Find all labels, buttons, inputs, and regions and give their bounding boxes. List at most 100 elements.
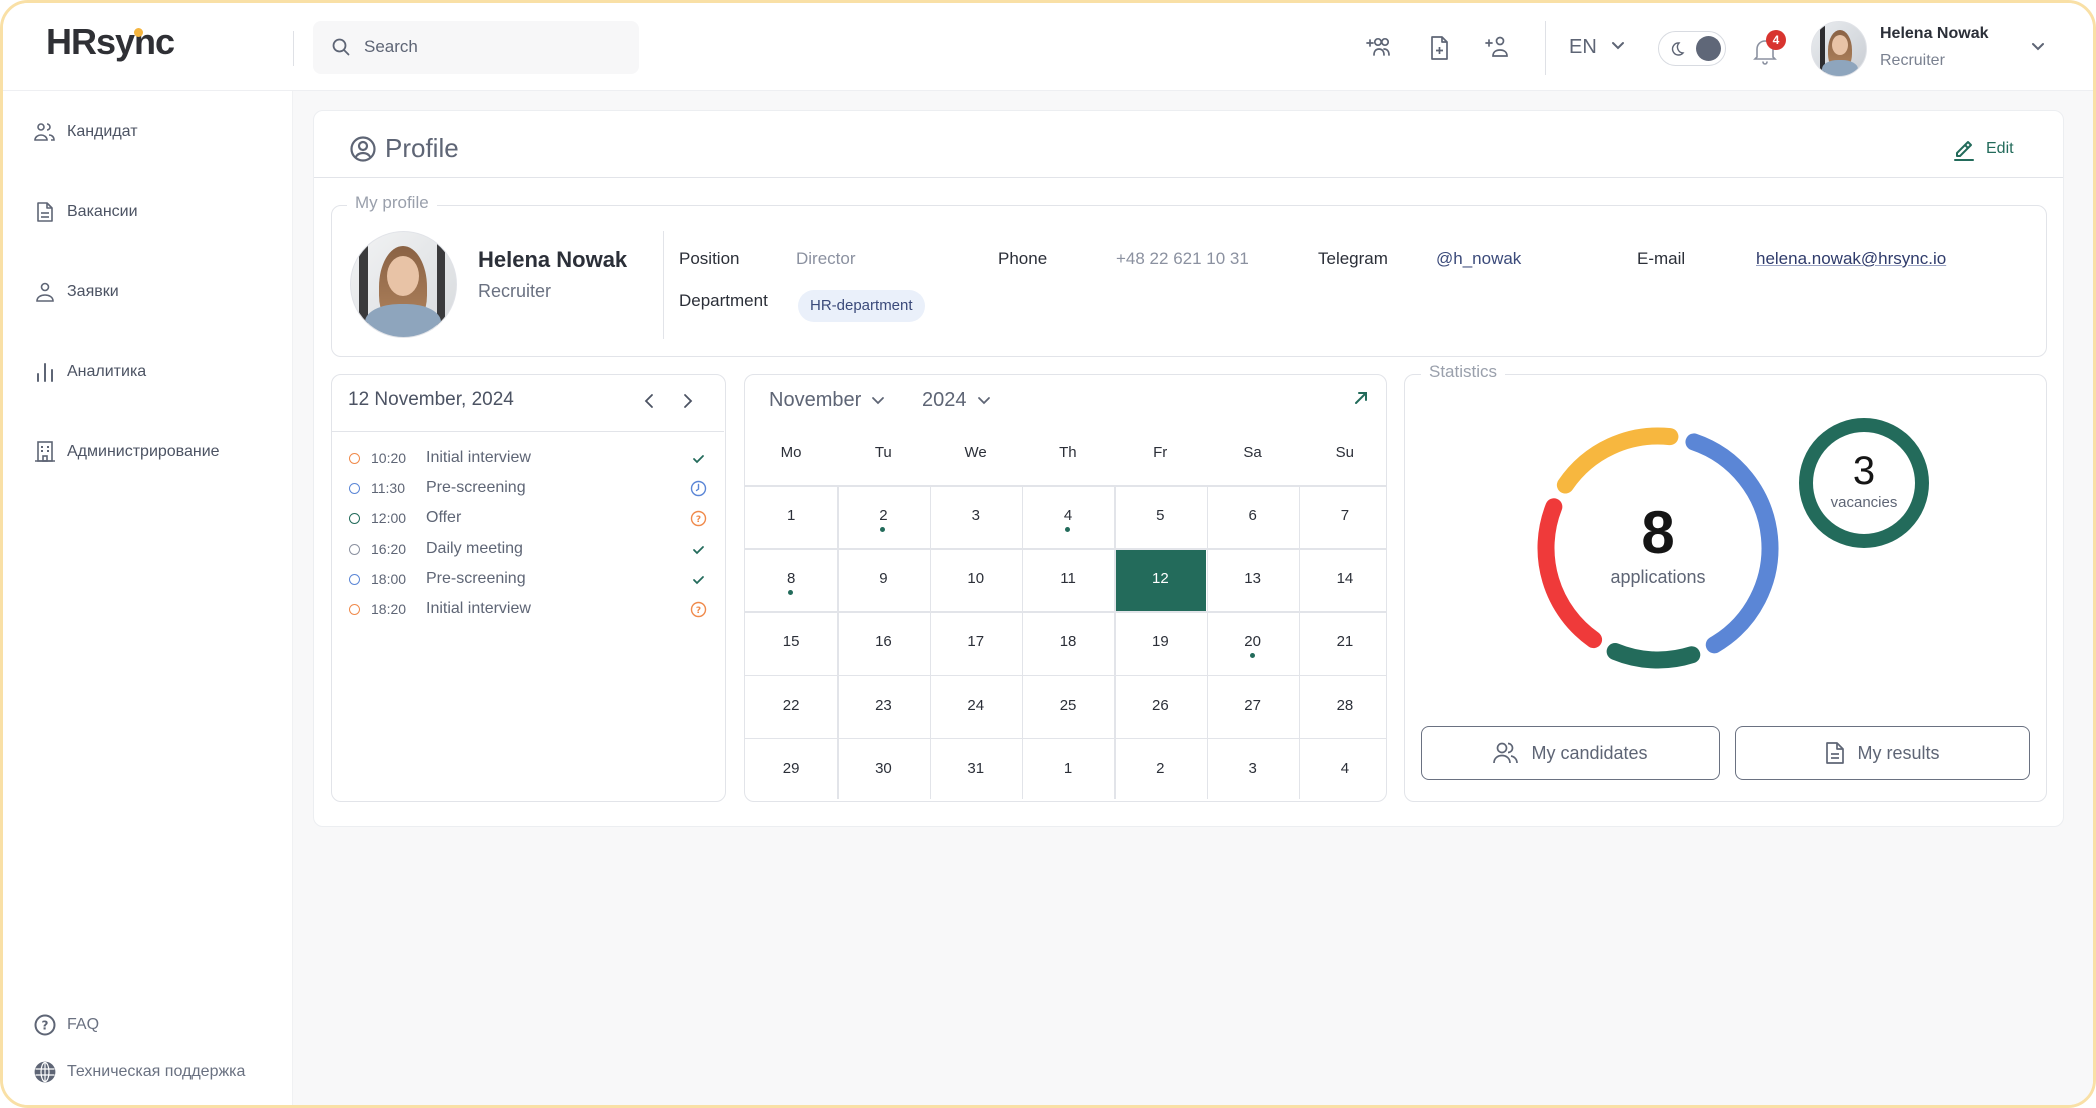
sidebar-item-support[interactable]: Техническая поддержка bbox=[33, 1057, 245, 1087]
day-number: 3 bbox=[971, 507, 980, 524]
day-number: 16 bbox=[875, 633, 892, 651]
position-value: Director bbox=[796, 249, 856, 268]
calendar-day[interactable]: 2 bbox=[837, 485, 929, 548]
calendar-day[interactable]: 5 bbox=[1114, 485, 1206, 548]
month-select[interactable]: November bbox=[769, 389, 885, 412]
card-divider bbox=[314, 177, 2063, 178]
calendar-day[interactable]: 20 bbox=[1207, 611, 1299, 674]
logo-dot bbox=[134, 28, 143, 37]
chevron-left-icon[interactable] bbox=[641, 391, 657, 411]
day-number: 7 bbox=[1340, 507, 1350, 524]
day-number: 1 bbox=[1063, 759, 1073, 777]
calendar-day[interactable]: 23 bbox=[837, 675, 929, 738]
day-number: 6 bbox=[1248, 507, 1257, 524]
calendar-day[interactable]: 3 bbox=[1207, 738, 1299, 801]
user-icon bbox=[36, 282, 54, 302]
weekday-label: Tu bbox=[874, 444, 892, 461]
calendar-day[interactable]: 16 bbox=[837, 611, 929, 674]
theme-toggle[interactable] bbox=[1658, 31, 1726, 66]
globe-icon bbox=[34, 1061, 56, 1083]
calendar-day[interactable]: 7 bbox=[1299, 485, 1391, 548]
day-number: 21 bbox=[1336, 633, 1354, 651]
calendar-day[interactable]: 6 bbox=[1207, 485, 1299, 548]
event-time: 12:00 bbox=[371, 510, 407, 527]
calendar-day[interactable]: 21 bbox=[1299, 611, 1391, 674]
event-indicator-dot bbox=[1249, 653, 1255, 659]
event-item[interactable]: 16:20 Daily meeting bbox=[347, 538, 707, 562]
calendar-day[interactable]: 18 bbox=[1022, 611, 1114, 674]
calendar-day[interactable]: 24 bbox=[930, 675, 1022, 738]
day-number: 28 bbox=[1336, 696, 1354, 714]
calendar-day[interactable]: 27 bbox=[1207, 675, 1299, 738]
chevron-right-icon[interactable] bbox=[680, 391, 696, 411]
calendar-day[interactable]: 3 bbox=[930, 485, 1022, 548]
day-number: 13 bbox=[1244, 570, 1261, 588]
sidebar-item-requests[interactable]: Заявки bbox=[33, 277, 119, 307]
my-candidates-button[interactable]: My candidates bbox=[1421, 726, 1720, 780]
calendar-day[interactable]: 9 bbox=[837, 548, 929, 611]
grid-line bbox=[837, 485, 839, 799]
event-time: 10:20 bbox=[371, 450, 407, 466]
sidebar-item-faq[interactable]: ? FAQ bbox=[33, 1010, 99, 1040]
email-label: E-mail bbox=[1637, 249, 1686, 268]
day-number: 9 bbox=[879, 570, 888, 588]
calendar-day[interactable]: 29 bbox=[745, 738, 837, 801]
calendar-day[interactable]: 4 bbox=[1022, 485, 1114, 548]
logo[interactable]: HRsync bbox=[46, 21, 175, 63]
event-item[interactable]: 10:20 Initial interview bbox=[347, 447, 707, 471]
header-divider bbox=[293, 31, 294, 66]
sidebar-item-label: Техническая поддержка bbox=[67, 1063, 246, 1080]
language-selector[interactable]: EN bbox=[1569, 36, 1597, 59]
event-item[interactable]: 12:00 Offer? bbox=[347, 507, 707, 531]
calendar-day[interactable]: 19 bbox=[1114, 611, 1206, 674]
event-item[interactable]: 18:20 Initial interview? bbox=[347, 598, 707, 622]
event-title: Daily meeting bbox=[426, 539, 523, 557]
telegram-value[interactable]: @h_nowak bbox=[1436, 249, 1521, 269]
expand-arrow-icon[interactable] bbox=[1353, 390, 1369, 406]
calendar-day[interactable]: 8 bbox=[745, 548, 837, 611]
chevron-down-icon[interactable] bbox=[1611, 41, 1625, 51]
edit-button[interactable]: Edit bbox=[1952, 136, 2014, 162]
calendar-day[interactable]: 15 bbox=[745, 611, 837, 674]
calendar-day[interactable]: 10 bbox=[930, 548, 1022, 611]
sidebar-item-administration[interactable]: Администрирование bbox=[33, 437, 220, 467]
calendar-day[interactable]: 25 bbox=[1022, 675, 1114, 738]
calendar-day[interactable]: 17 bbox=[930, 611, 1022, 674]
email-link[interactable]: helena.nowak@hrsync.io bbox=[1756, 249, 1946, 269]
calendar-day[interactable]: 1 bbox=[745, 485, 837, 548]
calendar-day-selected[interactable]: 12 bbox=[1114, 548, 1207, 612]
my-results-button[interactable]: My results bbox=[1735, 726, 2030, 780]
weekday-label: Mo bbox=[780, 444, 802, 461]
event-item[interactable]: 11:30 Pre-screening bbox=[347, 477, 707, 501]
header-avatar[interactable] bbox=[1811, 21, 1867, 77]
calendar-day[interactable]: 4 bbox=[1299, 738, 1391, 801]
add-user-icon[interactable] bbox=[1483, 33, 1513, 63]
weekday-label: Sa bbox=[1243, 444, 1262, 461]
add-group-icon[interactable] bbox=[1365, 33, 1395, 63]
calendar-day[interactable]: 31 bbox=[930, 738, 1022, 801]
user-menu-chevron-icon[interactable] bbox=[2031, 42, 2045, 52]
day-number: 26 bbox=[1151, 696, 1169, 714]
check-icon bbox=[690, 571, 707, 588]
event-item[interactable]: 18:00 Pre-screening bbox=[347, 568, 707, 592]
event-time: 16:20 bbox=[371, 540, 407, 557]
day-number: 31 bbox=[967, 759, 985, 777]
calendar-day[interactable]: 13 bbox=[1207, 548, 1299, 611]
event-indicator-dot bbox=[788, 590, 793, 596]
day-number: 10 bbox=[967, 570, 985, 588]
calendar-day[interactable]: 28 bbox=[1299, 675, 1391, 738]
sidebar-item-analytics[interactable]: Аналитика bbox=[33, 357, 146, 387]
calendar-day[interactable]: 22 bbox=[745, 675, 837, 738]
calendar-day[interactable]: 2 bbox=[1114, 738, 1206, 801]
calendar-day[interactable]: 1 bbox=[1022, 738, 1114, 801]
add-document-icon[interactable] bbox=[1424, 33, 1454, 63]
calendar-day[interactable]: 26 bbox=[1114, 675, 1206, 738]
calendar-day[interactable]: 14 bbox=[1299, 548, 1391, 611]
weekday-label: Su bbox=[1335, 444, 1354, 461]
sidebar-item-vacancies[interactable]: Вакансии bbox=[33, 197, 138, 227]
search-input[interactable]: Search bbox=[313, 21, 639, 74]
sidebar-item-candidates[interactable]: Кандидат bbox=[33, 117, 138, 147]
calendar-day[interactable]: 11 bbox=[1022, 548, 1114, 611]
year-select[interactable]: 2024 bbox=[922, 389, 991, 412]
calendar-day[interactable]: 30 bbox=[837, 738, 929, 801]
